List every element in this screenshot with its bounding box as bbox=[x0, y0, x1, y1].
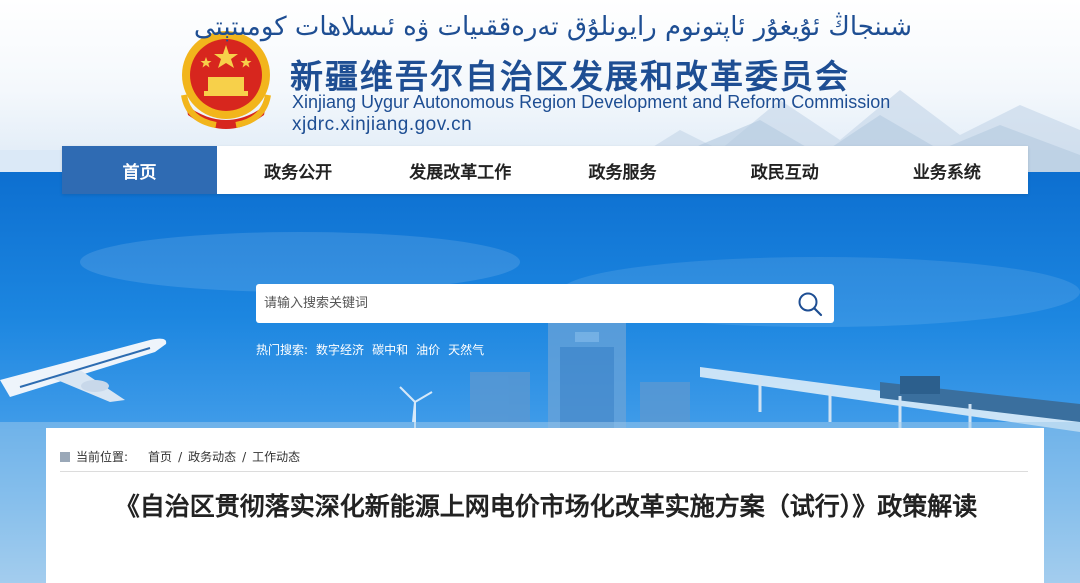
breadcrumb-work-news[interactable]: 工作动态 bbox=[252, 448, 300, 465]
chinese-site-title: 新疆维吾尔自治区发展和改革委员会 bbox=[290, 57, 850, 96]
main-navigation: 首页 政务公开 发展改革工作 政务服务 政民互动 业务系统 bbox=[62, 146, 1028, 194]
hot-searches-label: 热门搜索: bbox=[256, 343, 309, 357]
nav-item-home[interactable]: 首页 bbox=[62, 146, 217, 194]
breadcrumb-home[interactable]: 首页 bbox=[148, 448, 172, 465]
breadcrumb-separator: / bbox=[178, 449, 183, 464]
search-icon bbox=[798, 292, 823, 316]
site-domain: xjdrc.xinjiang.gov.cn bbox=[292, 114, 473, 135]
article-title: 《自治区贯彻落实深化新能源上网电价市场化改革实施方案（试行）》政策解读 bbox=[114, 492, 978, 521]
nav-item-business-systems[interactable]: 业务系统 bbox=[866, 146, 1028, 194]
breadcrumb-label: 当前位置: bbox=[76, 450, 129, 464]
nav-item-government-services[interactable]: 政务服务 bbox=[541, 146, 703, 194]
hot-keyword-natural-gas[interactable]: 天然气 bbox=[448, 341, 484, 358]
search-box bbox=[256, 284, 834, 323]
english-site-title: Xinjiang Uygur Autonomous Region Develop… bbox=[292, 92, 891, 112]
hot-keyword-oil-price[interactable]: 油价 bbox=[416, 341, 440, 358]
nav-item-government-affairs[interactable]: 政务公开 bbox=[217, 146, 379, 194]
search-input[interactable] bbox=[256, 284, 786, 323]
hot-keyword-digital-economy[interactable]: 数字经济 bbox=[316, 341, 364, 358]
nav-item-public-interaction[interactable]: 政民互动 bbox=[704, 146, 866, 194]
article-container: 当前位置: 首页 / 政务动态 / 工作动态 《自治区贯彻落实深化新能源上网电价… bbox=[46, 428, 1044, 583]
search-button[interactable] bbox=[786, 284, 834, 323]
breadcrumb: 当前位置: 首页 / 政务动态 / 工作动态 bbox=[60, 448, 300, 465]
nav-item-development-reform[interactable]: 发展改革工作 bbox=[379, 146, 541, 194]
hot-keyword-carbon-neutral[interactable]: 碳中和 bbox=[372, 341, 408, 358]
location-icon bbox=[60, 451, 70, 462]
uyghur-site-title: شىنجاڭ ئۇيغۇر ئاپتونوم رايونلۇق تەرەققىي… bbox=[193, 12, 912, 42]
breadcrumb-government-news[interactable]: 政务动态 bbox=[188, 448, 236, 465]
breadcrumb-divider bbox=[60, 471, 1028, 472]
breadcrumb-separator: / bbox=[242, 449, 247, 464]
hot-searches: 热门搜索: 数字经济 碳中和 油价 天然气 bbox=[256, 341, 484, 358]
